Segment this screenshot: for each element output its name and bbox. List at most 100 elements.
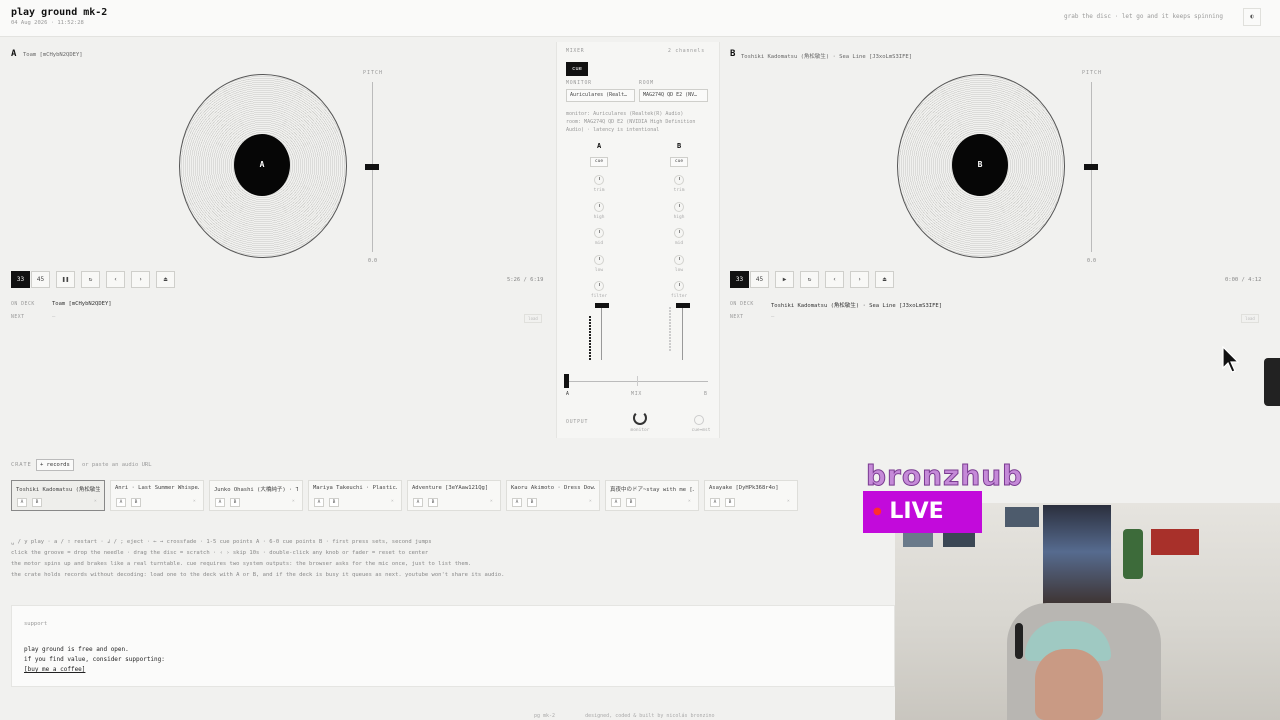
deck-b-pitch-fader[interactable] xyxy=(1084,164,1098,170)
crate-record[interactable]: Asayake [DyHPk368r4o] A B × xyxy=(704,480,798,511)
deck-a-eject-button[interactable]: ⏏ xyxy=(156,271,175,288)
crate-record[interactable]: Kaoru Akimoto · Dress Dow… A B × xyxy=(506,480,600,511)
deck-a-skip-forward-button[interactable]: › xyxy=(131,271,150,288)
remove-record-icon[interactable]: × xyxy=(688,499,691,504)
remove-record-icon[interactable]: × xyxy=(292,499,295,504)
help-line-4: the crate holds records without decoding… xyxy=(11,572,505,578)
monitor-output-select[interactable]: Auriculares (Realt… xyxy=(566,89,635,102)
channel-b-mid-knob[interactable] xyxy=(674,228,684,238)
help-line-3: the motor spins up and brakes like a rea… xyxy=(11,561,472,567)
load-to-deck-b-button[interactable]: B xyxy=(329,498,339,507)
channel-a-level-meter xyxy=(589,316,591,360)
channel-b-fader-track[interactable] xyxy=(682,304,683,360)
deck-a-skip-back-button[interactable]: ‹ xyxy=(106,271,125,288)
deck-a-restart-button[interactable]: ↻ xyxy=(81,271,100,288)
room-label: ROOM xyxy=(639,81,654,86)
channel-b-filter-knob[interactable] xyxy=(674,281,684,291)
channel-a-filter-knob[interactable] xyxy=(594,281,604,291)
theme-toggle-icon[interactable]: ◐ xyxy=(1243,8,1261,26)
crate-record[interactable]: Mariya Takeuchi · Plastic… A B × xyxy=(308,480,402,511)
load-to-deck-b-button[interactable]: B xyxy=(527,498,537,507)
crate-record-title: 真夜中のドア~stay with me [… xyxy=(610,487,694,493)
load-to-deck-a-button[interactable]: A xyxy=(710,498,720,507)
add-records-button[interactable]: + records xyxy=(36,459,74,471)
channel-a-fader-track[interactable] xyxy=(601,304,602,360)
load-to-deck-b-button[interactable]: B xyxy=(626,498,636,507)
load-to-deck-b-button[interactable]: B xyxy=(32,498,42,507)
crate-record[interactable]: Toshiki Kadomatsu (角松敏生)… A B × xyxy=(11,480,105,511)
monitor-volume-knob[interactable] xyxy=(633,411,647,425)
mixer-title: MIXER xyxy=(566,49,585,54)
remove-record-icon[interactable]: × xyxy=(94,499,97,504)
mixer-cue-button[interactable]: cue xyxy=(566,62,588,76)
channel-a-trim-label: trim xyxy=(593,188,605,193)
cue-mix-knob-label: cue↔mst xyxy=(691,428,711,433)
side-panel-handle[interactable] xyxy=(1264,358,1280,406)
crate-record[interactable]: Adventure [3eYAaw121Qg] A B × xyxy=(407,480,501,511)
load-to-deck-a-button[interactable]: A xyxy=(314,498,324,507)
help-line-1: ␣ / y play · a / ⇧ restart · ↲ / ; eject… xyxy=(11,539,432,545)
channel-a-high-knob[interactable] xyxy=(594,202,604,212)
monitor-label: MONITOR xyxy=(566,81,592,86)
channel-b-high-knob[interactable] xyxy=(674,202,684,212)
deck-b-eject-button[interactable]: ⏏ xyxy=(875,271,894,288)
channel-b-volume-fader[interactable] xyxy=(676,303,690,308)
deck-a-pause-button[interactable]: ❚❚ xyxy=(56,271,75,288)
remove-record-icon[interactable]: × xyxy=(391,499,394,504)
deck-b-skip-forward-button[interactable]: › xyxy=(850,271,869,288)
load-to-deck-a-button[interactable]: A xyxy=(413,498,423,507)
deck-a-speed-33-button[interactable]: 33 xyxy=(11,271,30,288)
crate-record-title: Kaoru Akimoto · Dress Dow… xyxy=(511,485,595,491)
deck-b-on-deck-label: ON DECK xyxy=(730,302,754,307)
load-to-deck-a-button[interactable]: A xyxy=(611,498,621,507)
channel-a-mid-knob[interactable] xyxy=(594,228,604,238)
crossfader-mix-label: MIX xyxy=(631,392,643,397)
load-to-deck-a-button[interactable]: A xyxy=(116,498,126,507)
crate-record[interactable]: Anri · Last Summer Whispe… A B × xyxy=(110,480,204,511)
channel-b-cue-button[interactable]: cue xyxy=(670,157,688,167)
remove-record-icon[interactable]: × xyxy=(490,499,493,504)
load-to-deck-b-button[interactable]: B xyxy=(131,498,141,507)
remove-record-icon[interactable]: × xyxy=(193,499,196,504)
load-to-deck-b-button[interactable]: B xyxy=(428,498,438,507)
remove-record-icon[interactable]: × xyxy=(787,499,790,504)
footer-credits: designed, coded & built by nicolás bronz… xyxy=(585,713,715,719)
load-to-deck-a-button[interactable]: A xyxy=(17,498,27,507)
crossfader-center-mark xyxy=(637,376,638,386)
crate-record-title: Junko Ohashi (大橋純子) · T… xyxy=(214,487,298,493)
remove-record-icon[interactable]: × xyxy=(589,499,592,504)
buy-me-a-coffee-link[interactable]: [buy me a coffee] xyxy=(24,666,85,673)
deck-b-next-label: NEXT xyxy=(730,315,744,320)
deck-b-speed-33-button[interactable]: 33 xyxy=(730,271,749,288)
deck-b-speed-45-button[interactable]: 45 xyxy=(750,271,769,288)
mixer-desc-3: Audio) · latency is intentional xyxy=(566,127,660,133)
deck-a-letter: A xyxy=(11,49,17,59)
deck-b-restart-button[interactable]: ↻ xyxy=(800,271,819,288)
crate-record[interactable]: Junko Ohashi (大橋純子) · T… A B × xyxy=(209,480,303,511)
deck-a-time: 5:26 / 6:19 xyxy=(507,277,544,283)
channel-a-low-knob[interactable] xyxy=(594,255,604,265)
room-output-select[interactable]: MAG274Q QD E2 (NV… xyxy=(639,89,708,102)
crossfader-thumb[interactable] xyxy=(564,374,569,388)
load-to-deck-b-button[interactable]: B xyxy=(230,498,240,507)
load-to-deck-a-button[interactable]: A xyxy=(512,498,522,507)
load-to-deck-a-button[interactable]: A xyxy=(215,498,225,507)
deck-b-play-button[interactable]: ▶ xyxy=(775,271,794,288)
deck-a-speed-45-button[interactable]: 45 xyxy=(31,271,50,288)
live-dot-icon: ● xyxy=(873,506,882,517)
deck-b-load-button[interactable]: load xyxy=(1241,314,1259,323)
deck-b-skip-back-button[interactable]: ‹ xyxy=(825,271,844,288)
help-line-2: click the groove = drop the needle · dra… xyxy=(11,550,429,556)
load-to-deck-b-button[interactable]: B xyxy=(725,498,735,507)
deck-a-load-button[interactable]: load xyxy=(524,314,542,323)
crate-record[interactable]: 真夜中のドア~stay with me [… A B × xyxy=(605,480,699,511)
channel-a-cue-button[interactable]: cue xyxy=(590,157,608,167)
cue-mix-knob[interactable] xyxy=(694,415,704,425)
channel-b-trim-knob[interactable] xyxy=(674,175,684,185)
channel-a-trim-knob[interactable] xyxy=(594,175,604,185)
channel-a-filter-label: filter xyxy=(590,294,608,299)
crate-record-title: Asayake [DyHPk368r4o] xyxy=(709,485,779,491)
channel-b-low-knob[interactable] xyxy=(674,255,684,265)
channel-a-volume-fader[interactable] xyxy=(595,303,609,308)
deck-a-pitch-fader[interactable] xyxy=(365,164,379,170)
